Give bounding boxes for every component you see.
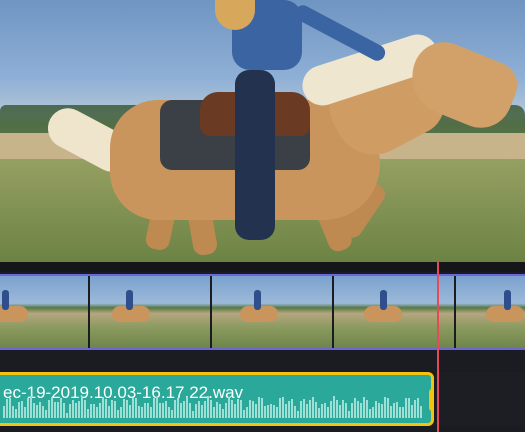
audio-waveform [3, 396, 425, 418]
video-preview [0, 0, 525, 262]
empty-track-area[interactable] [436, 372, 525, 426]
video-thumbnail [0, 276, 90, 348]
video-thumbnail [456, 276, 525, 348]
rider-legs [235, 70, 275, 240]
video-clip[interactable] [0, 274, 525, 350]
video-thumbnail [90, 276, 210, 348]
empty-track[interactable] [0, 350, 525, 374]
timeline[interactable]: ec-19-2019.10.03-16.17.22.wav [0, 262, 525, 432]
timeline-ruler[interactable] [0, 262, 525, 272]
playhead[interactable] [437, 262, 439, 432]
clip-trim-handle[interactable] [429, 389, 431, 411]
rider-arm [292, 2, 388, 64]
audio-clip[interactable]: ec-19-2019.10.03-16.17.22.wav [0, 372, 434, 426]
video-thumbnail [212, 276, 332, 348]
video-thumbnail [334, 276, 454, 348]
